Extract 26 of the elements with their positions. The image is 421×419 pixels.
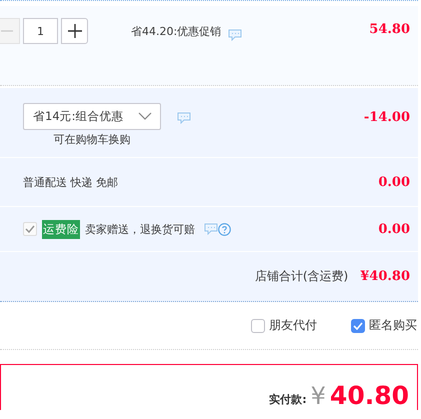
quantity-field[interactable]: 1 xyxy=(23,18,58,44)
store-total-label: 店铺合计(含运费) xyxy=(254,268,348,285)
increase-button[interactable] xyxy=(61,18,88,44)
comment-icon[interactable] xyxy=(204,223,218,235)
insurance-amount: 0.00 xyxy=(378,222,410,236)
check-icon xyxy=(353,322,363,330)
promotion-label: 省44.20:优惠促销 xyxy=(131,24,222,39)
comment-icon[interactable] xyxy=(176,112,191,124)
option-checkbox[interactable]: 匿名购买 xyxy=(351,317,417,334)
option-checkbox[interactable]: 朋友代付 xyxy=(251,317,317,334)
plus-icon xyxy=(68,24,82,38)
payment-label: 实付款: xyxy=(269,392,307,407)
item-price: 54.80 xyxy=(369,22,410,37)
payment-amount: 40.80 xyxy=(330,383,409,408)
discount-amount: -14.00 xyxy=(364,110,410,125)
currency-symbol: ¥ xyxy=(310,384,326,408)
insurance-badge: 运费险 xyxy=(42,220,80,238)
store-total-amount: ¥40.80 xyxy=(360,269,410,284)
insurance-description: 卖家赠送，退换货可赔 xyxy=(85,222,195,236)
chevron-down-icon xyxy=(138,112,152,120)
discount-dropdown[interactable]: 省14元:组合优惠 xyxy=(23,102,161,130)
exchange-note: 可在购物车换购 xyxy=(53,132,130,146)
shipping-label: 普通配送 快递 免邮 xyxy=(23,174,118,190)
comment-icon[interactable] xyxy=(228,29,242,41)
shipping-amount: 0.00 xyxy=(378,174,410,190)
help-icon[interactable] xyxy=(218,222,231,236)
